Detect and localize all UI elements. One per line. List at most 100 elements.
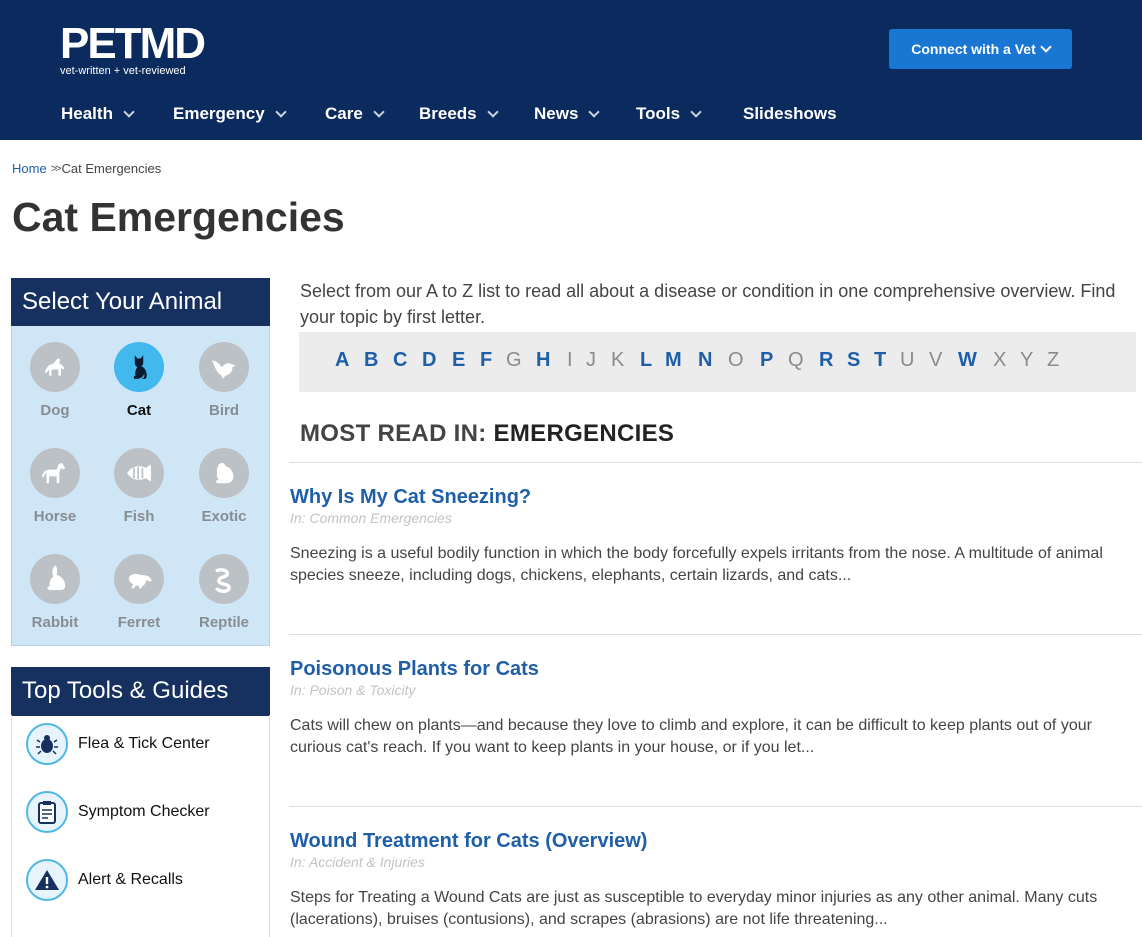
bird-icon — [199, 342, 249, 392]
article-item: Why Is My Cat Sneezing? In: Common Emerg… — [290, 486, 1130, 587]
nav-item-health[interactable]: Health — [61, 104, 135, 124]
select-animal-heading: Select Your Animal — [11, 278, 270, 327]
article-category: In: Accident & Injuries — [290, 854, 425, 870]
tool-label: Flea & Tick Center — [78, 735, 210, 752]
flea-icon — [26, 723, 68, 765]
tool-alert-recalls[interactable]: Alert & Recalls — [26, 859, 183, 901]
az-letter-v: V — [929, 349, 943, 371]
az-letter-m[interactable]: M — [665, 349, 682, 372]
az-letter-g: G — [506, 349, 522, 371]
horse-icon — [30, 448, 80, 498]
most-read-heading: MOST READ IN: EMERGENCIES — [300, 420, 674, 448]
chevron-down-icon — [275, 106, 287, 118]
ferret-icon — [114, 554, 164, 604]
article-excerpt: Steps for Treating a Wound Cats are just… — [290, 889, 1098, 928]
clipboard-icon — [26, 791, 68, 833]
animal-label: Fish — [123, 508, 155, 525]
animal-label: Horse — [33, 508, 77, 525]
animal-label: Rabbit — [31, 614, 79, 631]
animal-reptile[interactable]: Reptile — [184, 554, 264, 631]
chevron-down-icon — [123, 106, 135, 118]
article-title-link[interactable]: Why Is My Cat Sneezing? — [290, 486, 1130, 509]
animal-cat[interactable]: Cat — [99, 342, 179, 419]
tool-flea-tick-center[interactable]: Flea & Tick Center — [26, 723, 210, 765]
nav-item-label: Emergency — [173, 104, 265, 123]
fish-icon — [114, 448, 164, 498]
az-letter-r[interactable]: R — [819, 349, 833, 372]
petmd-logo[interactable]: PETMD vet-written + vet-reviewed — [60, 19, 206, 78]
article-item: Poisonous Plants for Cats In: Poison & T… — [290, 658, 1130, 759]
az-letter-b[interactable]: B — [364, 349, 378, 372]
animal-label: Ferret — [117, 614, 161, 631]
top-tools-list: Flea & Tick Center Symptom Checker Alert… — [11, 715, 270, 937]
az-letter-s[interactable]: S — [847, 349, 860, 372]
nav-item-label: Care — [325, 104, 363, 123]
az-letter-e[interactable]: E — [452, 349, 465, 372]
nav-item-label: Tools — [636, 104, 681, 123]
page-title: Cat Emergencies — [12, 194, 345, 240]
az-letter-z: Z — [1047, 349, 1060, 371]
nav-item-label: Slideshows — [743, 104, 837, 123]
az-letter-f[interactable]: F — [480, 349, 492, 372]
divider — [289, 634, 1142, 635]
tool-symptom-checker[interactable]: Symptom Checker — [26, 791, 210, 833]
animal-ferret[interactable]: Ferret — [99, 554, 179, 631]
article-category: In: Common Emergencies — [290, 510, 452, 526]
az-letter-h[interactable]: H — [536, 349, 550, 372]
animal-label: Dog — [40, 402, 70, 419]
az-letter-q: Q — [788, 349, 804, 371]
logo-wordmark: PETMD — [60, 19, 206, 68]
connect-button-label: Connect with a Vet — [911, 41, 1036, 57]
az-letter-k: K — [611, 349, 625, 371]
chevron-down-icon — [1040, 41, 1052, 53]
nav-item-news[interactable]: News — [534, 104, 601, 124]
az-letter-a[interactable]: A — [335, 349, 349, 372]
logo-tagline: vet-written + vet-reviewed — [60, 65, 186, 77]
animal-exotic[interactable]: Exotic — [184, 448, 264, 525]
alert-icon — [26, 859, 68, 901]
tool-label: Symptom Checker — [78, 803, 210, 820]
animal-dog[interactable]: Dog — [15, 342, 95, 419]
az-letter-j: J — [586, 349, 596, 371]
az-letter-l[interactable]: L — [640, 349, 652, 372]
animal-bird[interactable]: Bird — [184, 342, 264, 419]
nav-item-tools[interactable]: Tools — [636, 104, 702, 124]
breadcrumb: Home >> Cat Emergencies — [12, 161, 161, 176]
article-title-link[interactable]: Wound Treatment for Cats (Overview) — [290, 830, 1130, 853]
site-header: PETMD vet-written + vet-reviewed Connect… — [0, 0, 1142, 140]
nav-item-emergency[interactable]: Emergency — [173, 104, 287, 124]
chevron-down-icon — [373, 106, 385, 118]
az-letter-n[interactable]: N — [698, 349, 712, 372]
connect-with-vet-button[interactable]: Connect with a Vet — [889, 29, 1072, 69]
az-letter-w[interactable]: W — [958, 349, 977, 372]
animal-label: Reptile — [198, 614, 249, 631]
animal-label: Exotic — [201, 508, 247, 525]
animal-fish[interactable]: Fish — [99, 448, 179, 525]
nav-item-slideshows[interactable]: Slideshows — [743, 104, 837, 124]
cat-icon — [114, 342, 164, 392]
az-letter-i: I — [567, 349, 573, 371]
animal-rabbit[interactable]: Rabbit — [15, 554, 95, 631]
article-title-link[interactable]: Poisonous Plants for Cats — [290, 658, 1130, 681]
intro-text: Select from our A to Z list to read all … — [300, 281, 1116, 327]
az-letter-t[interactable]: T — [874, 349, 886, 372]
az-letter-p[interactable]: P — [760, 349, 773, 372]
az-letter-d[interactable]: D — [422, 349, 436, 372]
top-tools-heading: Top Tools & Guides — [11, 667, 270, 716]
article-excerpt: Cats will chew on plants—and because the… — [290, 717, 1092, 756]
animal-label: Bird — [209, 402, 239, 419]
nav-item-breeds[interactable]: Breeds — [419, 104, 499, 124]
chevron-down-icon — [486, 106, 499, 118]
breadcrumb-separator: >> — [50, 162, 62, 175]
a-to-z-index: A B C D E F G H I J K L M N O P Q R S T … — [299, 332, 1136, 392]
az-letter-u: U — [900, 349, 915, 371]
az-letter-y: Y — [1020, 349, 1034, 371]
breadcrumb-home-link[interactable]: Home — [12, 161, 47, 176]
az-letter-c[interactable]: C — [393, 349, 407, 372]
animal-horse[interactable]: Horse — [15, 448, 95, 525]
dog-icon — [30, 342, 80, 392]
article-item: Wound Treatment for Cats (Overview) In: … — [290, 830, 1130, 931]
animal-selector: Dog Cat Bird Horse Fish Exotic Rabbit Fe… — [11, 326, 270, 646]
nav-item-care[interactable]: Care — [325, 104, 385, 124]
most-read-prefix: MOST READ IN: — [300, 420, 487, 447]
